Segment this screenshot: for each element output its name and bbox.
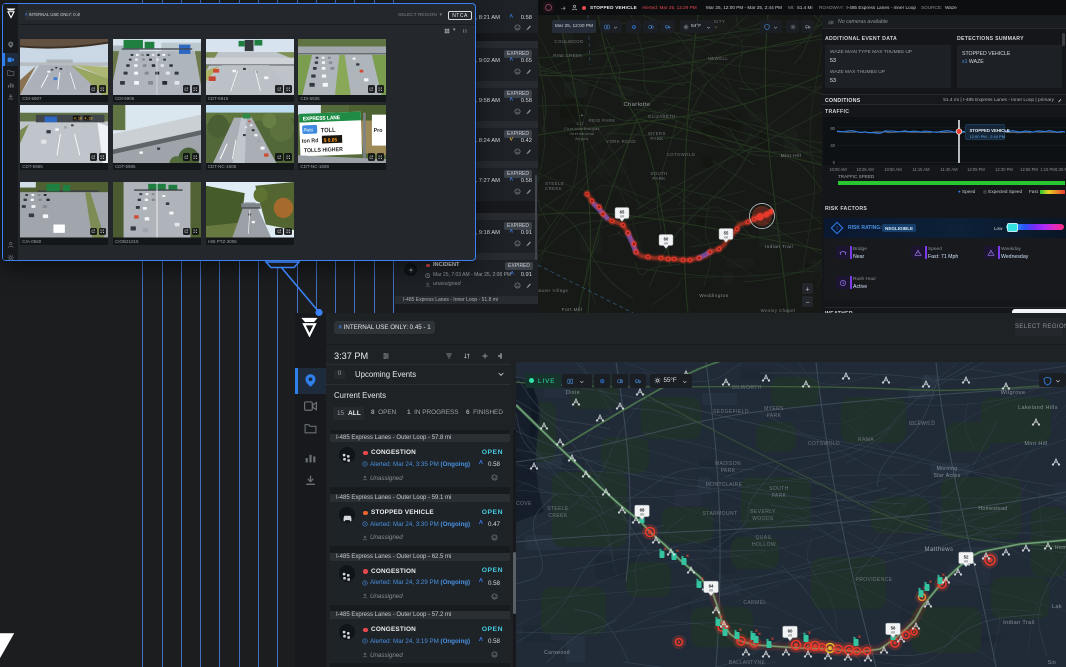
svg-text:DILWORTH: DILWORTH	[732, 385, 761, 391]
svg-text:PARK: PARK	[650, 136, 663, 141]
svg-text:MADISON: MADISON	[715, 461, 741, 467]
svg-text:PARK: PARK	[721, 468, 736, 474]
svg-text:!: !	[836, 226, 838, 232]
svg-text:CREEK: CREEK	[548, 513, 567, 519]
svg-text:$ 0.65: $ 0.65	[324, 137, 338, 144]
svg-text:mi: mi	[709, 589, 713, 593]
svg-text:4.10: 4.10	[85, 117, 93, 121]
svg-text:STARMOUNT: STARMOUNT	[703, 511, 738, 517]
svg-text:HOLLOW: HOLLOW	[752, 542, 776, 548]
svg-text:WOODS: WOODS	[752, 516, 774, 522]
svg-text:REID PARK: REID PARK	[589, 118, 616, 123]
svg-text:mi: mi	[620, 215, 624, 219]
svg-text:QUAIL: QUAIL	[755, 535, 772, 541]
svg-text:Star Acres: Star Acres	[933, 473, 960, 479]
svg-text:Sio: Sio	[1048, 660, 1056, 666]
svg-text:mi: mi	[788, 634, 792, 638]
svg-text:×: ×	[739, 628, 742, 634]
svg-text:Charlotte: Charlotte	[623, 102, 650, 108]
svg-text:64: 64	[709, 583, 714, 588]
svg-text:NEWELL: NEWELL	[708, 56, 729, 61]
svg-text:Wilgrove: Wilgrove	[1001, 390, 1026, 396]
svg-text:BEVERLY: BEVERLY	[750, 509, 776, 515]
svg-text:COULWOOD: COULWOOD	[554, 39, 583, 44]
svg-text:Pass: Pass	[304, 127, 315, 133]
svg-text:Lak: Lak	[1052, 604, 1062, 610]
svg-text:×: ×	[664, 547, 667, 553]
svg-text:Homestead: Homestead	[978, 506, 1007, 512]
svg-text:−: −	[805, 300, 809, 307]
svg-text:56: 56	[891, 625, 896, 630]
svg-text:MONTCLAIRE: MONTCLAIRE	[706, 482, 743, 488]
svg-text:PROVIDENCE: PROVIDENCE	[855, 577, 892, 583]
svg-text:×: ×	[701, 577, 704, 583]
svg-text:4.10: 4.10	[74, 117, 82, 121]
svg-text:COVE: COVE	[516, 501, 532, 507]
svg-text:Baxter Village: Baxter Village	[538, 288, 568, 293]
svg-text:×: ×	[858, 635, 861, 641]
svg-text:STEELE: STEELE	[547, 506, 569, 512]
svg-text:Hem: Hem	[1055, 545, 1066, 551]
svg-text:Pro: Pro	[374, 128, 383, 134]
svg-text:Lakeland Hills: Lakeland Hills	[1018, 405, 1058, 411]
svg-text:Charlotte/Douglas: Charlotte/Douglas	[564, 127, 600, 131]
svg-text:IDLEWILD: IDLEWILD	[909, 421, 936, 427]
svg-text:Dixie: Dixie	[566, 390, 580, 396]
svg-text:mi: mi	[664, 242, 668, 246]
svg-text:×: ×	[720, 615, 723, 621]
svg-text:mi: mi	[964, 560, 968, 564]
svg-text:CREEK: CREEK	[545, 186, 562, 191]
svg-text:CLT -: CLT -	[577, 122, 588, 126]
svg-text:×: ×	[771, 637, 774, 643]
svg-text:BALLANTYNE: BALLANTYNE	[729, 660, 766, 666]
svg-text:68: 68	[640, 507, 645, 512]
svg-text:×: ×	[686, 554, 689, 560]
svg-text:Carowood: Carowood	[544, 650, 570, 656]
svg-text:ton Rd: ton Rd	[302, 138, 319, 145]
svg-text:Indian Trail: Indian Trail	[765, 244, 793, 250]
svg-text:ELIZABETH: ELIZABETH	[648, 114, 676, 119]
svg-text:YORK ROAD: YORK ROAD	[606, 139, 636, 144]
svg-text:Morning: Morning	[937, 466, 958, 472]
svg-text:SEDGEFIELD: SEDGEFIELD	[713, 409, 749, 415]
svg-text:TOLL: TOLL	[321, 128, 336, 135]
svg-text:×: ×	[808, 631, 811, 637]
svg-text:×: ×	[758, 632, 761, 638]
svg-text:Indian Trail: Indian Trail	[1003, 620, 1035, 626]
svg-text:CARMEL: CARMEL	[743, 600, 766, 606]
svg-text:80: 80	[830, 126, 835, 131]
svg-text:PARK: PARK	[772, 493, 787, 499]
svg-text:Airport: Airport	[575, 137, 588, 141]
svg-text:mi: mi	[640, 513, 644, 517]
svg-text:PARK: PARK	[652, 176, 665, 181]
svg-text:mi: mi	[891, 631, 895, 635]
svg-text:PAW CREEK: PAW CREEK	[553, 53, 582, 58]
svg-text:COTSWOLD: COTSWOLD	[808, 441, 840, 447]
svg-text:COTSWOLD: COTSWOLD	[667, 152, 696, 157]
svg-text:40: 40	[830, 143, 835, 148]
svg-text:SOUTH: SOUTH	[769, 486, 789, 492]
svg-text:+: +	[581, 113, 584, 119]
svg-text:International: International	[570, 132, 595, 136]
svg-text:Mint Hill: Mint Hill	[1024, 441, 1047, 447]
svg-text:RAMA: RAMA	[858, 437, 874, 443]
svg-text:Mint Hill: Mint Hill	[781, 153, 802, 159]
svg-text:Weddington: Weddington	[699, 293, 729, 299]
svg-text:×: ×	[676, 549, 679, 555]
svg-text:mi: mi	[724, 236, 728, 240]
svg-text:+: +	[805, 287, 809, 294]
svg-text:52: 52	[964, 554, 969, 559]
svg-text:×: ×	[929, 580, 932, 586]
svg-text:PARK: PARK	[767, 413, 782, 419]
svg-text:×: ×	[942, 573, 945, 579]
svg-text:MYERS: MYERS	[764, 406, 784, 412]
svg-text:60: 60	[788, 628, 793, 633]
svg-text:Matthews: Matthews	[925, 547, 954, 553]
